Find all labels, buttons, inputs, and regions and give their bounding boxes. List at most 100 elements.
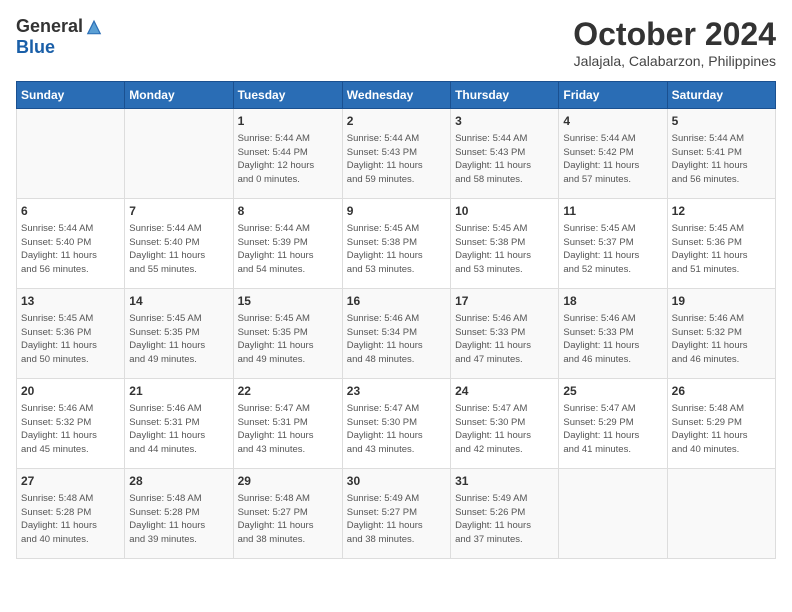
- day-header-sunday: Sunday: [17, 82, 125, 109]
- day-detail: Sunrise: 5:45 AM Sunset: 5:35 PM Dayligh…: [238, 312, 338, 367]
- calendar-cell: [17, 109, 125, 199]
- calendar-cell: [559, 469, 667, 559]
- day-detail: Sunrise: 5:46 AM Sunset: 5:32 PM Dayligh…: [672, 312, 771, 367]
- day-number: 28: [129, 473, 228, 490]
- calendar-cell: 14 Sunrise: 5:45 AM Sunset: 5:35 PM Dayli…: [125, 289, 233, 379]
- day-header-tuesday: Tuesday: [233, 82, 342, 109]
- day-header-wednesday: Wednesday: [342, 82, 450, 109]
- day-number: 22: [238, 383, 338, 400]
- day-detail: Sunrise: 5:48 AM Sunset: 5:29 PM Dayligh…: [672, 402, 771, 457]
- day-number: 11: [563, 203, 662, 220]
- day-detail: Sunrise: 5:45 AM Sunset: 5:36 PM Dayligh…: [672, 222, 771, 277]
- day-detail: Sunrise: 5:48 AM Sunset: 5:28 PM Dayligh…: [21, 492, 120, 547]
- day-number: 5: [672, 113, 771, 130]
- day-number: 27: [21, 473, 120, 490]
- day-number: 26: [672, 383, 771, 400]
- calendar-cell: [125, 109, 233, 199]
- day-detail: Sunrise: 5:44 AM Sunset: 5:43 PM Dayligh…: [347, 132, 446, 187]
- day-detail: Sunrise: 5:44 AM Sunset: 5:40 PM Dayligh…: [21, 222, 120, 277]
- calendar-cell: 22 Sunrise: 5:47 AM Sunset: 5:31 PM Dayli…: [233, 379, 342, 469]
- calendar-cell: 31 Sunrise: 5:49 AM Sunset: 5:26 PM Dayli…: [451, 469, 559, 559]
- day-detail: Sunrise: 5:46 AM Sunset: 5:31 PM Dayligh…: [129, 402, 228, 457]
- day-detail: Sunrise: 5:45 AM Sunset: 5:38 PM Dayligh…: [455, 222, 554, 277]
- day-number: 31: [455, 473, 554, 490]
- calendar-cell: 7 Sunrise: 5:44 AM Sunset: 5:40 PM Daylig…: [125, 199, 233, 289]
- week-row-2: 6 Sunrise: 5:44 AM Sunset: 5:40 PM Daylig…: [17, 199, 776, 289]
- calendar-cell: 26 Sunrise: 5:48 AM Sunset: 5:29 PM Dayli…: [667, 379, 775, 469]
- calendar-cell: 29 Sunrise: 5:48 AM Sunset: 5:27 PM Dayli…: [233, 469, 342, 559]
- day-detail: Sunrise: 5:45 AM Sunset: 5:37 PM Dayligh…: [563, 222, 662, 277]
- day-number: 15: [238, 293, 338, 310]
- day-detail: Sunrise: 5:45 AM Sunset: 5:36 PM Dayligh…: [21, 312, 120, 367]
- calendar-cell: 11 Sunrise: 5:45 AM Sunset: 5:37 PM Dayli…: [559, 199, 667, 289]
- day-number: 18: [563, 293, 662, 310]
- logo: General Blue: [16, 16, 105, 58]
- day-number: 19: [672, 293, 771, 310]
- day-detail: Sunrise: 5:44 AM Sunset: 5:41 PM Dayligh…: [672, 132, 771, 187]
- day-number: 3: [455, 113, 554, 130]
- calendar-cell: 5 Sunrise: 5:44 AM Sunset: 5:41 PM Daylig…: [667, 109, 775, 199]
- day-detail: Sunrise: 5:44 AM Sunset: 5:42 PM Dayligh…: [563, 132, 662, 187]
- day-number: 25: [563, 383, 662, 400]
- day-detail: Sunrise: 5:46 AM Sunset: 5:33 PM Dayligh…: [563, 312, 662, 367]
- day-detail: Sunrise: 5:44 AM Sunset: 5:43 PM Dayligh…: [455, 132, 554, 187]
- day-detail: Sunrise: 5:48 AM Sunset: 5:28 PM Dayligh…: [129, 492, 228, 547]
- day-detail: Sunrise: 5:49 AM Sunset: 5:26 PM Dayligh…: [455, 492, 554, 547]
- day-detail: Sunrise: 5:45 AM Sunset: 5:35 PM Dayligh…: [129, 312, 228, 367]
- calendar-cell: 13Sunrise: 5:45 AM Sunset: 5:36 PM Dayli…: [17, 289, 125, 379]
- calendar-cell: 3 Sunrise: 5:44 AM Sunset: 5:43 PM Daylig…: [451, 109, 559, 199]
- day-detail: Sunrise: 5:47 AM Sunset: 5:31 PM Dayligh…: [238, 402, 338, 457]
- calendar-cell: 16Sunrise: 5:46 AM Sunset: 5:34 PM Dayli…: [342, 289, 450, 379]
- header-row: SundayMondayTuesdayWednesdayThursdayFrid…: [17, 82, 776, 109]
- week-row-5: 27 Sunrise: 5:48 AM Sunset: 5:28 PM Dayli…: [17, 469, 776, 559]
- calendar-cell: 15 Sunrise: 5:45 AM Sunset: 5:35 PM Dayli…: [233, 289, 342, 379]
- month-title: October 2024: [573, 16, 776, 53]
- day-detail: Sunrise: 5:47 AM Sunset: 5:30 PM Dayligh…: [347, 402, 446, 457]
- calendar-cell: 8 Sunrise: 5:44 AM Sunset: 5:39 PM Daylig…: [233, 199, 342, 289]
- day-detail: Sunrise: 5:47 AM Sunset: 5:29 PM Dayligh…: [563, 402, 662, 457]
- day-detail: Sunrise: 5:46 AM Sunset: 5:34 PM Dayligh…: [347, 312, 446, 367]
- week-row-1: 1 Sunrise: 5:44 AM Sunset: 5:44 PM Daylig…: [17, 109, 776, 199]
- calendar-cell: 30Sunrise: 5:49 AM Sunset: 5:27 PM Dayli…: [342, 469, 450, 559]
- day-detail: Sunrise: 5:46 AM Sunset: 5:32 PM Dayligh…: [21, 402, 120, 457]
- day-number: 17: [455, 293, 554, 310]
- day-number: 21: [129, 383, 228, 400]
- week-row-4: 20Sunrise: 5:46 AM Sunset: 5:32 PM Dayli…: [17, 379, 776, 469]
- calendar-cell: 1 Sunrise: 5:44 AM Sunset: 5:44 PM Daylig…: [233, 109, 342, 199]
- calendar-cell: 28 Sunrise: 5:48 AM Sunset: 5:28 PM Dayli…: [125, 469, 233, 559]
- day-number: 29: [238, 473, 338, 490]
- calendar-cell: 27 Sunrise: 5:48 AM Sunset: 5:28 PM Dayli…: [17, 469, 125, 559]
- day-detail: Sunrise: 5:45 AM Sunset: 5:38 PM Dayligh…: [347, 222, 446, 277]
- logo-icon: [85, 18, 103, 36]
- location: Jalajala, Calabarzon, Philippines: [573, 53, 776, 69]
- day-detail: Sunrise: 5:44 AM Sunset: 5:40 PM Dayligh…: [129, 222, 228, 277]
- calendar-cell: 4 Sunrise: 5:44 AM Sunset: 5:42 PM Daylig…: [559, 109, 667, 199]
- calendar-cell: 21 Sunrise: 5:46 AM Sunset: 5:31 PM Dayli…: [125, 379, 233, 469]
- logo-general-text: General: [16, 16, 83, 37]
- day-number: 1: [238, 113, 338, 130]
- calendar-table: SundayMondayTuesdayWednesdayThursdayFrid…: [16, 81, 776, 559]
- calendar-cell: 6 Sunrise: 5:44 AM Sunset: 5:40 PM Daylig…: [17, 199, 125, 289]
- calendar-cell: 23Sunrise: 5:47 AM Sunset: 5:30 PM Dayli…: [342, 379, 450, 469]
- day-detail: Sunrise: 5:46 AM Sunset: 5:33 PM Dayligh…: [455, 312, 554, 367]
- day-number: 7: [129, 203, 228, 220]
- day-number: 12: [672, 203, 771, 220]
- day-number: 24: [455, 383, 554, 400]
- day-number: 14: [129, 293, 228, 310]
- calendar-cell: 19 Sunrise: 5:46 AM Sunset: 5:32 PM Dayli…: [667, 289, 775, 379]
- day-number: 2: [347, 113, 446, 130]
- day-number: 10: [455, 203, 554, 220]
- day-detail: Sunrise: 5:44 AM Sunset: 5:39 PM Dayligh…: [238, 222, 338, 277]
- day-number: 6: [21, 203, 120, 220]
- day-header-thursday: Thursday: [451, 82, 559, 109]
- day-detail: Sunrise: 5:48 AM Sunset: 5:27 PM Dayligh…: [238, 492, 338, 547]
- day-number: 8: [238, 203, 338, 220]
- day-number: 4: [563, 113, 662, 130]
- calendar-cell: 10 Sunrise: 5:45 AM Sunset: 5:38 PM Dayli…: [451, 199, 559, 289]
- calendar-cell: 24Sunrise: 5:47 AM Sunset: 5:30 PM Dayli…: [451, 379, 559, 469]
- page-header: General Blue October 2024 Jalajala, Cala…: [16, 16, 776, 69]
- calendar-cell: 18 Sunrise: 5:46 AM Sunset: 5:33 PM Dayli…: [559, 289, 667, 379]
- day-header-friday: Friday: [559, 82, 667, 109]
- day-detail: Sunrise: 5:44 AM Sunset: 5:44 PM Dayligh…: [238, 132, 338, 187]
- calendar-cell: 12 Sunrise: 5:45 AM Sunset: 5:36 PM Dayli…: [667, 199, 775, 289]
